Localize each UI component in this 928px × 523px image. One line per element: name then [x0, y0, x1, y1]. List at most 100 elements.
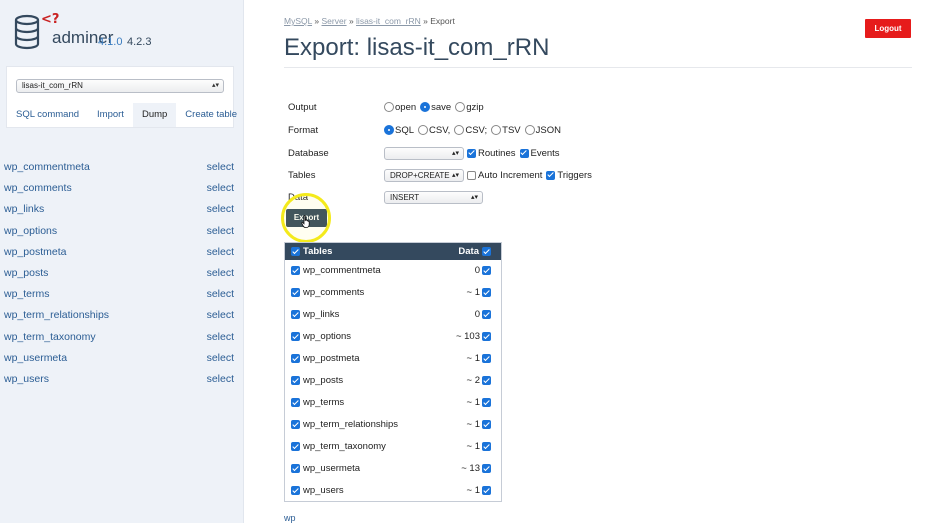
- import-link[interactable]: Import: [88, 103, 133, 127]
- option-label: save: [431, 101, 452, 113]
- app-version[interactable]: 4.1.0: [98, 36, 122, 48]
- breadcrumb-mysql[interactable]: MySQL: [284, 16, 312, 26]
- format-sql-radio[interactable]: [384, 125, 394, 135]
- breadcrumb: MySQL » Server » lisas-it_com_rRN » Expo…: [284, 16, 455, 26]
- select-link[interactable]: select: [207, 348, 234, 369]
- list-item: wp_links select: [0, 199, 244, 220]
- data-checkbox[interactable]: [482, 486, 491, 495]
- sql-command-link[interactable]: SQL command: [7, 103, 88, 127]
- data-checkbox[interactable]: [482, 310, 491, 320]
- data-checkbox[interactable]: [482, 464, 491, 474]
- select-link[interactable]: select: [207, 157, 234, 178]
- format-csv-semicolon-radio[interactable]: [454, 125, 465, 135]
- format-json-radio[interactable]: [524, 125, 535, 135]
- data-checkbox[interactable]: [482, 266, 491, 276]
- select-link[interactable]: select: [207, 242, 234, 263]
- table-link[interactable]: wp_links: [4, 199, 44, 220]
- row-count: ~ 1: [466, 418, 480, 430]
- prefix-link[interactable]: wp: [284, 513, 296, 523]
- select-all-tables-checkbox[interactable]: [291, 247, 300, 256]
- data-checkbox[interactable]: [482, 420, 491, 430]
- output-gzip-radio[interactable]: [455, 102, 466, 112]
- select-link[interactable]: select: [207, 221, 234, 242]
- breadcrumb-separator: »: [423, 16, 428, 26]
- table-link[interactable]: wp_terms: [4, 284, 50, 305]
- table-checkbox[interactable]: [291, 420, 300, 430]
- table-style-select[interactable]: DROP+CREATE ▴▾: [384, 168, 464, 182]
- table-name: wp_commentmeta: [303, 265, 381, 276]
- table-link[interactable]: wp_options: [4, 221, 57, 242]
- format-tsv-radio[interactable]: [491, 125, 502, 135]
- table-name: wp_options: [303, 330, 352, 342]
- database-select[interactable]: lisas-it_com_rRN ▴▾: [16, 79, 224, 93]
- select-link[interactable]: select: [207, 178, 234, 199]
- table-row: wp_term_taxonomy ~ 1: [285, 436, 501, 458]
- list-item: wp_term_taxonomy select: [0, 327, 244, 348]
- table-checkbox[interactable]: [291, 354, 300, 364]
- breadcrumb-separator: »: [314, 16, 320, 26]
- table-checkbox[interactable]: [291, 486, 300, 495]
- option-label: Triggers: [557, 169, 592, 181]
- option-label: gzip: [466, 101, 484, 113]
- routines-checkbox[interactable]: [467, 148, 476, 158]
- select-link[interactable]: select: [207, 327, 234, 348]
- table-checkbox[interactable]: [291, 310, 300, 320]
- table-link[interactable]: wp_commentmeta: [4, 157, 90, 178]
- data-checkbox[interactable]: [482, 288, 491, 298]
- format-label: Format: [288, 124, 319, 136]
- table-link[interactable]: wp_users: [4, 369, 49, 390]
- output-save-radio[interactable]: [420, 102, 431, 112]
- table-checkbox[interactable]: [291, 376, 300, 386]
- option-label: TSV: [502, 124, 521, 136]
- format-csv-comma-radio[interactable]: [418, 125, 429, 135]
- table-link[interactable]: wp_postmeta: [4, 242, 66, 263]
- output-options: open save gzip: [384, 102, 488, 113]
- data-options: INSERT ▴▾: [384, 190, 486, 204]
- table-link[interactable]: wp_comments: [4, 178, 72, 199]
- row-count: ~ 103: [455, 330, 480, 342]
- table-checkbox[interactable]: [291, 398, 300, 408]
- select-link[interactable]: select: [207, 369, 234, 390]
- table-checkbox[interactable]: [291, 442, 300, 452]
- list-item: wp_usermeta select: [0, 348, 244, 369]
- data-style-select[interactable]: INSERT ▴▾: [384, 190, 483, 204]
- breadcrumb-database[interactable]: lisas-it_com_rRN: [356, 16, 421, 26]
- data-checkbox[interactable]: [482, 398, 491, 408]
- select-all-data-checkbox[interactable]: [482, 247, 491, 256]
- table-name: wp_links: [303, 308, 340, 320]
- select-link[interactable]: select: [207, 284, 234, 305]
- table-link[interactable]: wp_term_taxonomy: [4, 327, 96, 348]
- table-link[interactable]: wp_posts: [4, 263, 48, 284]
- table-link[interactable]: wp_usermeta: [4, 348, 67, 369]
- auto-increment-checkbox[interactable]: [467, 170, 476, 180]
- breadcrumb-server[interactable]: Server: [322, 16, 347, 26]
- data-checkbox[interactable]: [482, 376, 491, 386]
- table-row: wp_users ~ 1: [285, 480, 501, 502]
- table-link[interactable]: wp_term_relationships: [4, 305, 109, 326]
- table-checkbox[interactable]: [291, 266, 300, 276]
- triggers-checkbox[interactable]: [546, 170, 556, 180]
- table-row: wp_postmeta ~ 1: [285, 348, 501, 370]
- table-checkbox[interactable]: [291, 332, 300, 342]
- database-style-select[interactable]: ▴▾: [384, 146, 464, 160]
- table-checkbox[interactable]: [291, 464, 300, 474]
- select-link[interactable]: select: [207, 263, 234, 284]
- option-label: CSV,: [429, 124, 451, 136]
- logo[interactable]: <? adminer 4.1.0 4.2.3: [14, 12, 151, 50]
- logout-button[interactable]: Logout: [865, 19, 911, 38]
- dump-link[interactable]: Dump: [132, 103, 177, 127]
- data-checkbox[interactable]: [482, 442, 491, 452]
- table-row: wp_terms ~ 1: [285, 392, 501, 414]
- app-new-version[interactable]: 4.2.3: [127, 36, 151, 48]
- data-checkbox[interactable]: [482, 354, 491, 364]
- output-open-radio[interactable]: [384, 102, 394, 112]
- list-item: wp_posts select: [0, 263, 244, 284]
- option-label: Auto Increment: [478, 169, 543, 181]
- events-checkbox[interactable]: [519, 148, 529, 158]
- select-link[interactable]: select: [207, 199, 234, 220]
- data-checkbox[interactable]: [482, 332, 491, 342]
- create-table-link[interactable]: Create table: [176, 103, 246, 127]
- table-checkbox[interactable]: [291, 288, 300, 298]
- select-link[interactable]: select: [207, 305, 234, 326]
- select-value: DROP+CREATE: [390, 170, 450, 180]
